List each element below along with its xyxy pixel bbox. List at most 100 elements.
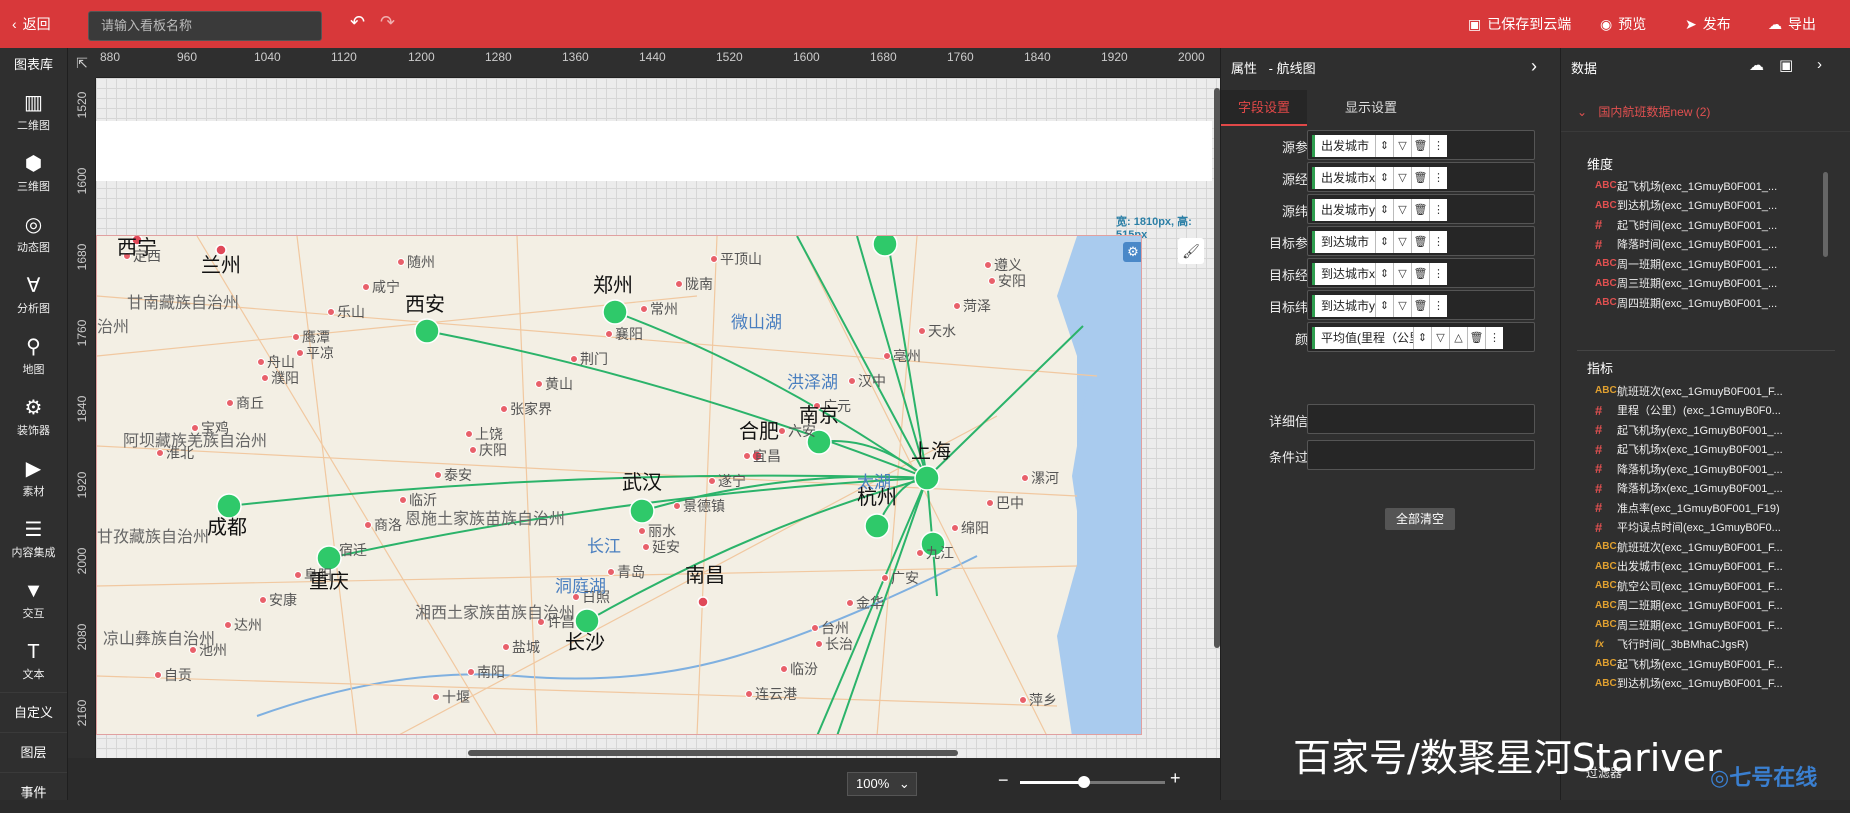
more-icon[interactable]: ⋮ xyxy=(1429,167,1447,189)
metric-field-item[interactable]: ABC 航班班次(exc_1GmuyB0F001_F... xyxy=(1595,537,1835,557)
trash-icon[interactable]: 🗑 xyxy=(1411,295,1429,317)
sidebar-item-text[interactable]: T 文本 xyxy=(0,631,67,692)
route-city-node[interactable] xyxy=(914,465,940,491)
tab-display-settings[interactable]: 显示设置 xyxy=(1321,90,1421,126)
route-city-node[interactable] xyxy=(316,545,342,571)
route-city-node[interactable] xyxy=(872,236,898,257)
sort-icon[interactable]: ⇕ xyxy=(1413,327,1431,349)
more-icon[interactable]: ⋮ xyxy=(1429,263,1447,285)
field-dropzone[interactable]: 出发城市 ⇕ ▽ 🗑 ⋮ xyxy=(1307,130,1535,160)
filter-icon[interactable]: ▽ xyxy=(1393,231,1411,253)
dimension-field-item[interactable]: ABC 周四班期(exc_1GmuyB0F001_... xyxy=(1595,293,1835,313)
dataset-selector[interactable]: ⌄ 国内航班数据new (2) xyxy=(1561,92,1850,132)
field-dropzone[interactable]: 出发城市y ⇕ ▽ 🗑 ⋮ xyxy=(1307,194,1535,224)
sidebar-item-integration[interactable]: ☰ 内容集成 xyxy=(0,509,67,570)
condition-filter-dropzone[interactable] xyxy=(1307,440,1535,470)
more-icon[interactable]: ⋮ xyxy=(1429,135,1447,157)
field-chip[interactable]: 到达城市x ⇕ ▽ 🗑 ⋮ xyxy=(1312,263,1447,285)
route-city-node[interactable] xyxy=(414,318,440,344)
clear-all-button[interactable]: 全部清空 xyxy=(1385,508,1455,530)
metric-field-item[interactable]: # 里程（公里）(exc_1GmuyB0F0... xyxy=(1595,401,1835,421)
board-name-input[interactable]: 请输入看板名称 xyxy=(88,11,322,41)
field-chip[interactable]: 出发城市 ⇕ ▽ 🗑 ⋮ xyxy=(1312,135,1447,157)
field-chip[interactable]: 出发城市y ⇕ ▽ 🗑 ⋮ xyxy=(1312,199,1447,221)
dimension-field-item[interactable]: ABC 周一班期(exc_1GmuyB0F001_... xyxy=(1595,254,1835,274)
field-dropzone[interactable]: 到达城市 ⇕ ▽ 🗑 ⋮ xyxy=(1307,226,1535,256)
sidebar-layers[interactable]: 图层 xyxy=(0,732,67,772)
export-button[interactable]: ☁ 导出 xyxy=(1768,14,1816,34)
zoom-in-button[interactable]: + xyxy=(1170,768,1181,789)
map-settings-gear-icon[interactable]: ⚙ xyxy=(1123,242,1141,262)
design-stage[interactable]: 宽: 1810px, 高: 515px 定西平凉庆阳延安长治安阳濮阳泰安青岛临汾… xyxy=(96,78,1220,758)
metric-field-item[interactable]: # 起飞机场x(exc_1GmuyB0F001_... xyxy=(1595,440,1835,460)
sort-icon[interactable]: ⇕ xyxy=(1375,231,1393,253)
publish-button[interactable]: ➤ 发布 xyxy=(1685,14,1731,34)
filter-icon[interactable]: ▽ xyxy=(1393,263,1411,285)
tab-field-settings[interactable]: 字段设置 xyxy=(1221,90,1307,126)
trash-icon[interactable]: 🗑 xyxy=(1467,327,1485,349)
sidebar-item-dynamic[interactable]: ◎ 动态图 xyxy=(0,204,67,265)
sidebar-item-3d[interactable]: ⬢ 三维图 xyxy=(0,143,67,204)
detail-info-dropzone[interactable] xyxy=(1307,404,1535,434)
sidebar-item-material[interactable]: ▶ 素材 xyxy=(0,448,67,509)
zoom-slider-thumb[interactable] xyxy=(1077,776,1090,788)
sort-icon[interactable]: ⇕ xyxy=(1375,199,1393,221)
dimension-field-item[interactable]: # 起飞时间(exc_1GmuyB0F001_... xyxy=(1595,215,1835,235)
trash-icon[interactable]: 🗑 xyxy=(1411,135,1429,157)
zoom-select[interactable]: 100% ⌄ xyxy=(847,772,917,796)
dimension-field-item[interactable]: ABC 周三班期(exc_1GmuyB0F001_... xyxy=(1595,274,1835,294)
canvas-header-block[interactable] xyxy=(96,121,1212,181)
sidebar-item-2d[interactable]: ▥ 二维图 xyxy=(0,82,67,143)
zoom-out-button[interactable]: − xyxy=(998,770,1009,791)
filter-icon[interactable]: ▽ xyxy=(1431,327,1449,349)
more-icon[interactable]: ⋮ xyxy=(1429,231,1447,253)
sort-icon[interactable]: ⇕ xyxy=(1375,135,1393,157)
ruler-corner-icon[interactable]: ⇱ xyxy=(68,48,96,78)
sidebar-item-map[interactable]: ⚲ 地图 xyxy=(0,326,67,387)
route-city-node[interactable] xyxy=(602,299,628,325)
trash-icon[interactable]: 🗑 xyxy=(1411,167,1429,189)
brush-icon[interactable]: 🖌 xyxy=(1178,238,1204,264)
filter-icon[interactable]: ▽ xyxy=(1393,199,1411,221)
sort-icon[interactable]: ⇕ xyxy=(1375,295,1393,317)
sidebar-item-decorator[interactable]: ⚙ 装饰器 xyxy=(0,387,67,448)
dimension-field-item[interactable]: # 降落时间(exc_1GmuyB0F001_... xyxy=(1595,235,1835,255)
sidebar-item-interaction[interactable]: ▼ 交互 xyxy=(0,570,67,631)
canvas-horizontal-scrollbar[interactable] xyxy=(468,750,958,756)
flight-route-map[interactable]: 定西 平凉 庆阳 延安 长治 安阳 濮阳 泰安 青岛 临汾 菏泽 商丘 临沂 日照 连云港 天水 宝鸡 商洛 许昌平… xyxy=(96,235,1142,735)
metric-field-item[interactable]: # 准点率(exc_1GmuyB0F001_F19) xyxy=(1595,498,1835,518)
metric-field-item[interactable]: fx 飞行时间(_3bBMhaCJgsR) xyxy=(1595,635,1835,655)
filter-icon[interactable]: ▽ xyxy=(1393,295,1411,317)
field-dropzone[interactable]: 平均值(里程（公里 ⇕ ▽ △ 🗑 ⋮ xyxy=(1307,322,1535,352)
field-dropzone[interactable]: 出发城市x ⇕ ▽ 🗑 ⋮ xyxy=(1307,162,1535,192)
more-icon[interactable]: ⋮ xyxy=(1485,327,1503,349)
route-city-node[interactable] xyxy=(629,498,655,524)
metric-field-item[interactable]: ABC 到达机场(exc_1GmuyB0F001_F... xyxy=(1595,674,1835,694)
metric-field-item[interactable]: # 平均误点时间(exc_1GmuyB0F0... xyxy=(1595,518,1835,538)
metric-field-item[interactable]: ABC 航空公司(exc_1GmuyB0F001_F... xyxy=(1595,576,1835,596)
dimension-scrollbar[interactable] xyxy=(1823,172,1828,257)
more-icon[interactable]: ⋮ xyxy=(1429,295,1447,317)
metric-field-item[interactable]: # 起飞机场y(exc_1GmuyB0F001_... xyxy=(1595,420,1835,440)
metric-field-item[interactable]: ABC 出发城市(exc_1GmuyB0F001_F... xyxy=(1595,557,1835,577)
field-dropzone[interactable]: 到达城市x ⇕ ▽ 🗑 ⋮ xyxy=(1307,258,1535,288)
filter-icon[interactable]: ▽ xyxy=(1393,167,1411,189)
trash-icon[interactable]: 🗑 xyxy=(1411,263,1429,285)
more-icon[interactable]: ⋮ xyxy=(1429,199,1447,221)
route-city-node[interactable] xyxy=(864,513,890,539)
metric-field-item[interactable]: ABC 航班班次(exc_1GmuyB0F001_F... xyxy=(1595,381,1835,401)
filter-icon[interactable]: ▽ xyxy=(1393,135,1411,157)
field-chip[interactable]: 到达城市y ⇕ ▽ 🗑 ⋮ xyxy=(1312,295,1447,317)
expand-icon[interactable]: ▣ xyxy=(1779,56,1793,74)
metric-field-item[interactable]: ABC 周二班期(exc_1GmuyB0F001_F... xyxy=(1595,596,1835,616)
chevron-right-icon[interactable]: › xyxy=(1817,56,1822,73)
metric-field-item[interactable]: # 降落机场x(exc_1GmuyB0F001_... xyxy=(1595,479,1835,499)
redo-icon[interactable]: ↷ xyxy=(380,12,395,33)
metric-field-item[interactable]: ABC 起飞机场(exc_1GmuyB0F001_F... xyxy=(1595,654,1835,674)
sidebar-item-analysis[interactable]: ∀ 分析图 xyxy=(0,265,67,326)
back-button[interactable]: ‹ 返回 xyxy=(12,14,51,34)
sidebar-custom[interactable]: 自定义 xyxy=(0,692,67,732)
field-chip[interactable]: 到达城市 ⇕ ▽ 🗑 ⋮ xyxy=(1312,231,1447,253)
field-chip[interactable]: 平均值(里程（公里 ⇕ ▽ △ 🗑 ⋮ xyxy=(1312,327,1503,349)
undo-icon[interactable]: ↶ xyxy=(350,12,365,33)
